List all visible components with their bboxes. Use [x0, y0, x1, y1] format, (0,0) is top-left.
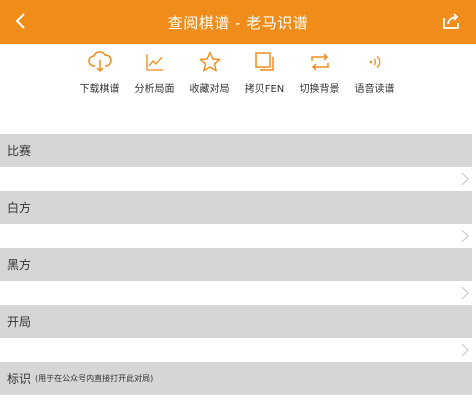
tool-label: 分析局面 — [134, 84, 175, 95]
section-label: 黑方 — [7, 258, 32, 272]
section-header-opening: 开局 — [0, 305, 472, 338]
tool-label: 收藏对局 — [189, 84, 230, 95]
share-button[interactable] — [438, 8, 464, 34]
white-row[interactable] — [0, 224, 476, 248]
download-record-button[interactable]: 下载棋谱 — [72, 50, 127, 96]
section-header-black: 黑方 — [0, 248, 472, 281]
opening-row[interactable] — [0, 338, 476, 362]
black-row[interactable] — [0, 281, 476, 305]
page-title: 查阅棋谱 - 老马识谱 — [167, 13, 309, 32]
tool-label: 拷贝FEN — [244, 84, 285, 95]
section-header-white: 白方 — [0, 191, 472, 224]
section-hint: (用于在公众号内直接打开此对局) — [35, 374, 154, 383]
chevron-left-icon — [15, 13, 25, 29]
cloud-download-icon — [87, 51, 112, 73]
copy-fen-button[interactable]: 拷贝FEN — [237, 50, 292, 96]
toolbar: 下载棋谱 分析局面 收藏对局 拷贝FEN 切换背景 语音读谱 — [72, 50, 402, 96]
share-icon — [443, 13, 459, 29]
section-label: 标识 — [7, 372, 32, 386]
star-icon — [199, 51, 220, 72]
tool-label: 切换背景 — [299, 84, 340, 95]
copy-icon — [254, 52, 274, 71]
game-info-list: 比赛 白方 黑方 开局 标识 (用于在公众号内直接打开此对局) — [0, 134, 476, 395]
line-chart-icon — [145, 54, 163, 71]
chevron-right-icon — [461, 343, 469, 357]
analyze-position-button[interactable]: 分析局面 — [127, 50, 182, 96]
voice-read-button[interactable]: 语音读谱 — [347, 50, 402, 96]
swap-icon — [310, 53, 329, 71]
chevron-right-icon — [461, 172, 469, 186]
back-button[interactable] — [8, 8, 34, 34]
section-label: 开局 — [7, 315, 32, 329]
favorite-game-button[interactable]: 收藏对局 — [182, 50, 237, 96]
chevron-right-icon — [461, 229, 469, 243]
section-label: 比赛 — [7, 144, 32, 158]
app-header: 查阅棋谱 - 老马识谱 — [0, 0, 476, 44]
sound-icon — [369, 55, 380, 69]
chevron-right-icon — [461, 286, 469, 300]
tool-label: 语音读谱 — [354, 84, 395, 95]
switch-background-button[interactable]: 切换背景 — [292, 50, 347, 96]
section-header-tag: 标识 (用于在公众号内直接打开此对局) — [0, 362, 472, 395]
tool-label: 下载棋谱 — [79, 84, 120, 95]
section-header-event: 比赛 — [0, 134, 472, 167]
section-label: 白方 — [7, 201, 32, 215]
event-row[interactable] — [0, 167, 476, 191]
